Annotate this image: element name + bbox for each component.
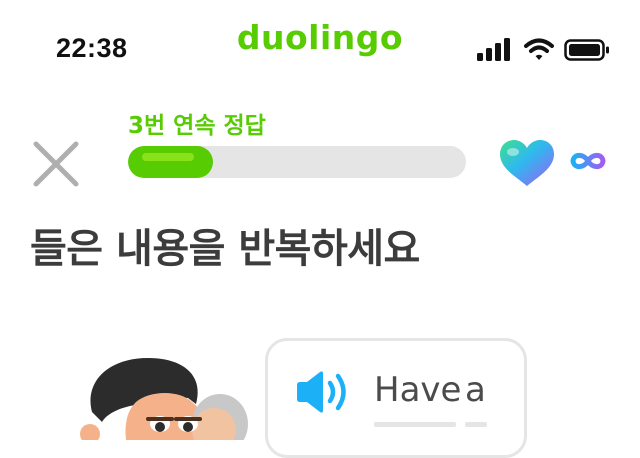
cellular-signal-icon [477,38,510,61]
word-underline [465,422,487,427]
heart-icon [500,140,554,186]
close-button[interactable] [30,138,82,190]
close-icon [33,141,79,187]
streak-label: 3번 연속 정답 [128,113,266,139]
status-bar: 22:38 duolingo [0,0,640,100]
lesson-progress-bar [128,146,466,178]
progress-shine [142,153,194,161]
prompt-word[interactable]: a [465,370,486,410]
prompt-word[interactable]: Have [374,370,461,410]
infinity-icon [570,152,606,170]
word-underline [374,422,456,427]
wifi-icon [524,38,554,60]
lesson-progress-fill [128,146,213,178]
play-audio-button[interactable] [294,368,352,416]
battery-icon [564,39,609,61]
character-illustration [80,358,248,440]
speaker-icon [297,371,346,413]
instruction-title: 들은 내용을 반복하세요 [30,226,420,272]
